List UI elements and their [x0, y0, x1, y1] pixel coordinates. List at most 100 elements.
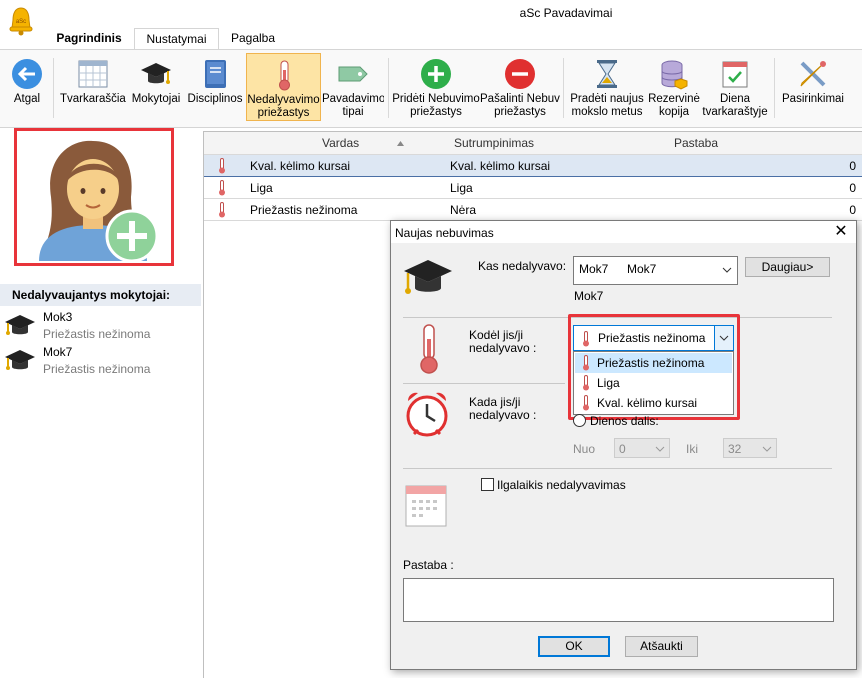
- dropdown-option-unknown[interactable]: Priežastis nežinoma: [575, 353, 732, 373]
- why-dropdown-list: Priežastis nežinoma Liga Kval. kėlimo ku…: [573, 351, 734, 415]
- back-button[interactable]: Atgal: [4, 53, 50, 121]
- substitution-types-label-2: tipai: [342, 106, 364, 118]
- to-value: 32: [728, 442, 742, 456]
- table-row[interactable]: Priežastis nežinoma Nėra 0: [204, 199, 862, 221]
- option-label: Liga: [597, 376, 620, 390]
- remove-reason-button[interactable]: Pašalinti Nebuvimo priežastys: [480, 53, 560, 121]
- ribbon-separator: [388, 58, 389, 118]
- why-dropdown-toggle[interactable]: [714, 326, 733, 350]
- tab-home[interactable]: Pagrindinis: [48, 28, 130, 49]
- row-short: Nėra: [450, 203, 477, 217]
- long-term-checkbox[interactable]: [481, 478, 494, 491]
- thermometer-icon: [420, 324, 438, 374]
- row-value: 0: [849, 159, 856, 173]
- who-label: Kas nedalyvavo:: [478, 259, 567, 273]
- timetables-button[interactable]: Tvarkaraščiai: [60, 53, 126, 121]
- thermometer-icon: [219, 180, 225, 196]
- add-reason-button[interactable]: Pridėti Nebuvimo priežastys: [392, 53, 480, 121]
- remove-reason-label-1: Pašalinti Nebuvimo: [480, 93, 560, 105]
- sort-ascending-icon: [397, 141, 404, 146]
- book-icon: [205, 60, 226, 88]
- note-textarea[interactable]: [403, 578, 834, 622]
- backup-button[interactable]: Rezervinė kopija: [648, 53, 700, 121]
- who-sub-label: Mok7: [574, 289, 604, 303]
- hourglass-icon: [597, 60, 617, 88]
- note-label: Pastaba :: [403, 558, 454, 572]
- thermometer-icon: [583, 395, 589, 411]
- absence-reason: Priežastis nežinoma: [43, 362, 151, 376]
- tab-help[interactable]: Pagalba: [220, 28, 286, 49]
- cancel-button[interactable]: Atšaukti: [625, 636, 698, 657]
- to-select[interactable]: 32: [723, 438, 777, 458]
- who-combobox[interactable]: Mok7 Mok7: [573, 256, 738, 285]
- close-icon[interactable]: ✕: [830, 222, 852, 242]
- option-label: Kval. kėlimo kursai: [597, 396, 698, 410]
- more-button[interactable]: Daugiau>: [745, 257, 830, 277]
- tools-icon: [800, 61, 826, 87]
- table-row[interactable]: Liga Liga 0: [204, 177, 862, 199]
- substitution-types-label-1: Pavadavimo: [322, 93, 384, 105]
- teacher-name: Mok7: [43, 345, 73, 359]
- dialog-title: Naujas nebuvimas: [395, 226, 494, 240]
- teachers-button[interactable]: Mokytojai: [128, 53, 184, 121]
- new-school-year-button[interactable]: Pradėti naujus mokslo metus: [567, 53, 647, 121]
- ribbon-separator: [774, 58, 775, 118]
- list-item[interactable]: Mok7 Priežastis nežinoma: [0, 343, 200, 377]
- options-button[interactable]: Pasirinkimai: [778, 53, 848, 121]
- subjects-label: Disciplinos: [187, 93, 243, 105]
- divider: [403, 468, 832, 469]
- teacher-name: Mok3: [43, 310, 73, 324]
- dropdown-option-illness[interactable]: Liga: [575, 373, 732, 393]
- when-label-1: Kada jis/ji: [469, 395, 521, 409]
- thermometer-icon: [278, 60, 290, 91]
- day-in-timetable-button[interactable]: Diena tvarkaraštyje: [701, 53, 769, 121]
- remove-reason-label-2: priežastys: [494, 106, 546, 118]
- from-value: 0: [619, 442, 626, 456]
- options-label: Pasirinkimai: [782, 93, 844, 105]
- column-header-note[interactable]: Pastaba: [674, 136, 718, 150]
- why-value: Priežastis nežinoma: [598, 331, 706, 345]
- tab-settings[interactable]: Nustatymai: [134, 28, 219, 51]
- who-value-short: Mok7: [579, 262, 609, 276]
- database-icon: [661, 60, 688, 90]
- day-part-label: Dienos dalis:: [590, 414, 659, 428]
- timetables-label: Tvarkaraščiai: [60, 93, 126, 105]
- why-combobox[interactable]: Priežastis nežinoma: [573, 325, 734, 351]
- column-header-name[interactable]: Vardas: [322, 136, 359, 150]
- why-label-2: nedalyvavo :: [469, 341, 537, 355]
- day-in-timetable-label-1: Diena: [719, 93, 751, 105]
- dropdown-option-training[interactable]: Kval. kėlimo kursai: [575, 393, 732, 413]
- from-select[interactable]: 0: [614, 438, 670, 458]
- from-label: Nuo: [573, 442, 596, 456]
- new-school-year-label-1: Pradėti naujus: [570, 93, 644, 105]
- absent-teachers-header: Nedalyvaujantys mokytojai:: [0, 284, 201, 306]
- thermometer-icon: [583, 375, 589, 391]
- option-label: Priežastis nežinoma: [597, 356, 705, 370]
- back-arrow-icon: [12, 59, 42, 89]
- thermometer-icon: [583, 355, 589, 371]
- minus-circle-icon: [505, 59, 535, 89]
- to-label: Iki: [686, 442, 698, 456]
- column-header-short[interactable]: Sutrumpinimas: [454, 136, 534, 150]
- chevron-down-icon: [722, 267, 732, 273]
- thermometer-icon: [219, 158, 225, 174]
- chevron-down-icon: [719, 335, 729, 341]
- table-row[interactable]: Kval. kėlimo kursai Kval. kėlimo kursai …: [204, 155, 862, 177]
- back-label: Atgal: [13, 93, 41, 105]
- row-value: 0: [849, 181, 856, 195]
- substitution-types-button[interactable]: Pavadavimo tipai: [322, 53, 384, 121]
- absence-reasons-label-2: priežastys: [257, 107, 310, 119]
- day-part-radio[interactable]: [573, 414, 586, 427]
- timetable-icon: [78, 60, 108, 88]
- absence-reasons-button[interactable]: Nedalyvavimo priežastys: [246, 53, 321, 121]
- row-name: Liga: [250, 181, 273, 195]
- teacher-avatar-icon: [39, 140, 159, 261]
- ok-button[interactable]: OK: [538, 636, 610, 657]
- who-value-name: Mok7: [627, 262, 657, 276]
- ribbon-separator: [563, 58, 564, 118]
- subjects-button[interactable]: Disciplinos: [186, 53, 244, 121]
- calendar-check-icon: [722, 61, 748, 88]
- add-absence-avatar-button[interactable]: [14, 128, 174, 266]
- list-item[interactable]: Mok3 Priežastis nežinoma: [0, 308, 200, 342]
- chevron-down-icon: [762, 446, 772, 452]
